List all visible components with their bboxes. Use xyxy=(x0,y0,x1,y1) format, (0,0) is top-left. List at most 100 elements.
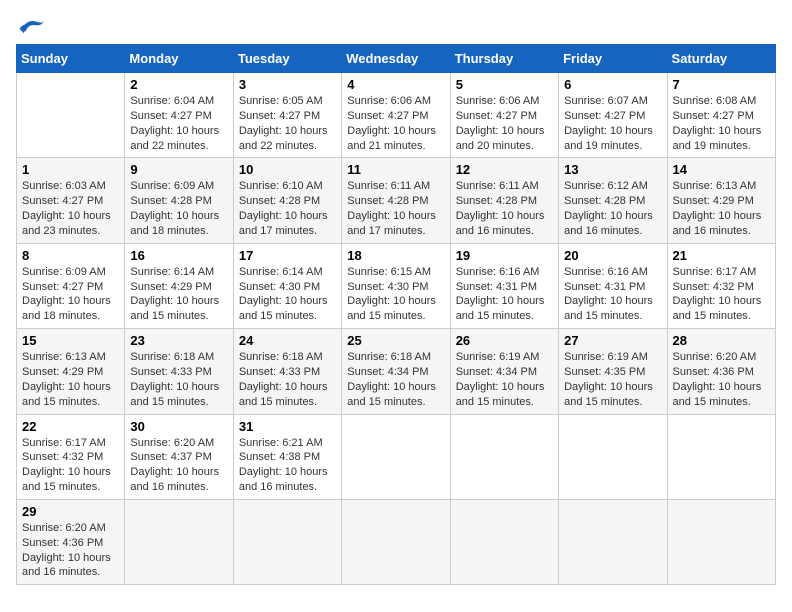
daylight-minutes: and 15 minutes. xyxy=(564,396,642,408)
daylight-label: Daylight: 10 hours xyxy=(456,381,545,393)
calendar-cell: 27 Sunrise: 6:19 AM Sunset: 4:35 PM Dayl… xyxy=(559,329,667,414)
sunset-label: Sunset: 4:28 PM xyxy=(130,195,211,207)
daylight-label: Daylight: 10 hours xyxy=(564,125,653,137)
calendar-cell xyxy=(667,414,775,499)
calendar-cell: 1 Sunrise: 6:03 AM Sunset: 4:27 PM Dayli… xyxy=(17,158,125,243)
day-info: Sunrise: 6:20 AM Sunset: 4:36 PM Dayligh… xyxy=(22,521,119,580)
header-row: SundayMondayTuesdayWednesdayThursdayFrid… xyxy=(17,45,776,73)
calendar-cell: 14 Sunrise: 6:13 AM Sunset: 4:29 PM Dayl… xyxy=(667,158,775,243)
day-info: Sunrise: 6:16 AM Sunset: 4:31 PM Dayligh… xyxy=(456,265,553,324)
day-info: Sunrise: 6:17 AM Sunset: 4:32 PM Dayligh… xyxy=(22,436,119,495)
day-info: Sunrise: 6:14 AM Sunset: 4:29 PM Dayligh… xyxy=(130,265,227,324)
sunset-label: Sunset: 4:28 PM xyxy=(347,195,428,207)
calendar-cell xyxy=(17,73,125,158)
logo xyxy=(16,16,50,36)
daylight-label: Daylight: 10 hours xyxy=(673,295,762,307)
header-day: Thursday xyxy=(450,45,558,73)
day-info: Sunrise: 6:09 AM Sunset: 4:28 PM Dayligh… xyxy=(130,179,227,238)
daylight-minutes: and 15 minutes. xyxy=(239,396,317,408)
calendar-cell: 5 Sunrise: 6:06 AM Sunset: 4:27 PM Dayli… xyxy=(450,73,558,158)
calendar-week-row: 15 Sunrise: 6:13 AM Sunset: 4:29 PM Dayl… xyxy=(17,329,776,414)
day-info: Sunrise: 6:18 AM Sunset: 4:34 PM Dayligh… xyxy=(347,350,444,409)
day-info: Sunrise: 6:16 AM Sunset: 4:31 PM Dayligh… xyxy=(564,265,661,324)
sunset-label: Sunset: 4:27 PM xyxy=(564,110,645,122)
sunset-label: Sunset: 4:27 PM xyxy=(673,110,754,122)
daylight-minutes: and 15 minutes. xyxy=(347,396,425,408)
day-info: Sunrise: 6:19 AM Sunset: 4:34 PM Dayligh… xyxy=(456,350,553,409)
day-number: 30 xyxy=(130,419,227,434)
day-number: 26 xyxy=(456,333,553,348)
daylight-label: Daylight: 10 hours xyxy=(130,295,219,307)
sunrise-label: Sunrise: 6:14 AM xyxy=(130,266,214,278)
day-info: Sunrise: 6:12 AM Sunset: 4:28 PM Dayligh… xyxy=(564,179,661,238)
calendar-cell xyxy=(450,414,558,499)
sunset-label: Sunset: 4:38 PM xyxy=(239,451,320,463)
daylight-label: Daylight: 10 hours xyxy=(130,210,219,222)
daylight-minutes: and 17 minutes. xyxy=(239,225,317,237)
sunset-label: Sunset: 4:37 PM xyxy=(130,451,211,463)
daylight-minutes: and 16 minutes. xyxy=(130,481,208,493)
sunrise-label: Sunrise: 6:17 AM xyxy=(22,437,106,449)
day-number: 20 xyxy=(564,248,661,263)
sunrise-label: Sunrise: 6:18 AM xyxy=(130,351,214,363)
daylight-minutes: and 15 minutes. xyxy=(22,481,100,493)
sunset-label: Sunset: 4:28 PM xyxy=(564,195,645,207)
sunrise-label: Sunrise: 6:13 AM xyxy=(673,180,757,192)
calendar-cell: 23 Sunrise: 6:18 AM Sunset: 4:33 PM Dayl… xyxy=(125,329,233,414)
daylight-minutes: and 15 minutes. xyxy=(564,310,642,322)
calendar-cell xyxy=(450,499,558,584)
calendar-cell: 25 Sunrise: 6:18 AM Sunset: 4:34 PM Dayl… xyxy=(342,329,450,414)
day-number: 6 xyxy=(564,77,661,92)
calendar-cell: 16 Sunrise: 6:14 AM Sunset: 4:29 PM Dayl… xyxy=(125,243,233,328)
calendar-cell: 2 Sunrise: 6:04 AM Sunset: 4:27 PM Dayli… xyxy=(125,73,233,158)
daylight-minutes: and 22 minutes. xyxy=(130,140,208,152)
day-number: 15 xyxy=(22,333,119,348)
daylight-minutes: and 15 minutes. xyxy=(130,396,208,408)
sunset-label: Sunset: 4:36 PM xyxy=(22,537,103,549)
day-number: 13 xyxy=(564,162,661,177)
calendar-cell: 26 Sunrise: 6:19 AM Sunset: 4:34 PM Dayl… xyxy=(450,329,558,414)
day-number: 22 xyxy=(22,419,119,434)
daylight-minutes: and 21 minutes. xyxy=(347,140,425,152)
day-number: 1 xyxy=(22,162,119,177)
sunset-label: Sunset: 4:35 PM xyxy=(564,366,645,378)
calendar-cell xyxy=(342,414,450,499)
calendar-cell xyxy=(559,414,667,499)
sunset-label: Sunset: 4:36 PM xyxy=(673,366,754,378)
calendar-header: SundayMondayTuesdayWednesdayThursdayFrid… xyxy=(17,45,776,73)
calendar-cell: 29 Sunrise: 6:20 AM Sunset: 4:36 PM Dayl… xyxy=(17,499,125,584)
calendar-cell: 4 Sunrise: 6:06 AM Sunset: 4:27 PM Dayli… xyxy=(342,73,450,158)
daylight-label: Daylight: 10 hours xyxy=(239,295,328,307)
logo-icon xyxy=(16,16,46,36)
sunrise-label: Sunrise: 6:20 AM xyxy=(22,522,106,534)
daylight-minutes: and 22 minutes. xyxy=(239,140,317,152)
calendar-cell: 3 Sunrise: 6:05 AM Sunset: 4:27 PM Dayli… xyxy=(233,73,341,158)
calendar-cell xyxy=(233,499,341,584)
sunrise-label: Sunrise: 6:20 AM xyxy=(130,437,214,449)
daylight-minutes: and 15 minutes. xyxy=(456,396,534,408)
header-day: Wednesday xyxy=(342,45,450,73)
sunset-label: Sunset: 4:31 PM xyxy=(564,281,645,293)
sunrise-label: Sunrise: 6:03 AM xyxy=(22,180,106,192)
calendar-cell: 21 Sunrise: 6:17 AM Sunset: 4:32 PM Dayl… xyxy=(667,243,775,328)
header-day: Sunday xyxy=(17,45,125,73)
day-info: Sunrise: 6:05 AM Sunset: 4:27 PM Dayligh… xyxy=(239,94,336,153)
calendar-cell: 9 Sunrise: 6:09 AM Sunset: 4:28 PM Dayli… xyxy=(125,158,233,243)
daylight-minutes: and 16 minutes. xyxy=(456,225,534,237)
day-number: 24 xyxy=(239,333,336,348)
sunrise-label: Sunrise: 6:19 AM xyxy=(456,351,540,363)
calendar-cell: 20 Sunrise: 6:16 AM Sunset: 4:31 PM Dayl… xyxy=(559,243,667,328)
calendar-cell xyxy=(667,499,775,584)
day-number: 11 xyxy=(347,162,444,177)
calendar-cell: 30 Sunrise: 6:20 AM Sunset: 4:37 PM Dayl… xyxy=(125,414,233,499)
calendar-cell: 15 Sunrise: 6:13 AM Sunset: 4:29 PM Dayl… xyxy=(17,329,125,414)
calendar-cell: 28 Sunrise: 6:20 AM Sunset: 4:36 PM Dayl… xyxy=(667,329,775,414)
sunrise-label: Sunrise: 6:18 AM xyxy=(347,351,431,363)
sunrise-label: Sunrise: 6:19 AM xyxy=(564,351,648,363)
calendar-cell: 13 Sunrise: 6:12 AM Sunset: 4:28 PM Dayl… xyxy=(559,158,667,243)
sunset-label: Sunset: 4:31 PM xyxy=(456,281,537,293)
day-info: Sunrise: 6:07 AM Sunset: 4:27 PM Dayligh… xyxy=(564,94,661,153)
day-info: Sunrise: 6:04 AM Sunset: 4:27 PM Dayligh… xyxy=(130,94,227,153)
day-info: Sunrise: 6:11 AM Sunset: 4:28 PM Dayligh… xyxy=(456,179,553,238)
sunrise-label: Sunrise: 6:10 AM xyxy=(239,180,323,192)
